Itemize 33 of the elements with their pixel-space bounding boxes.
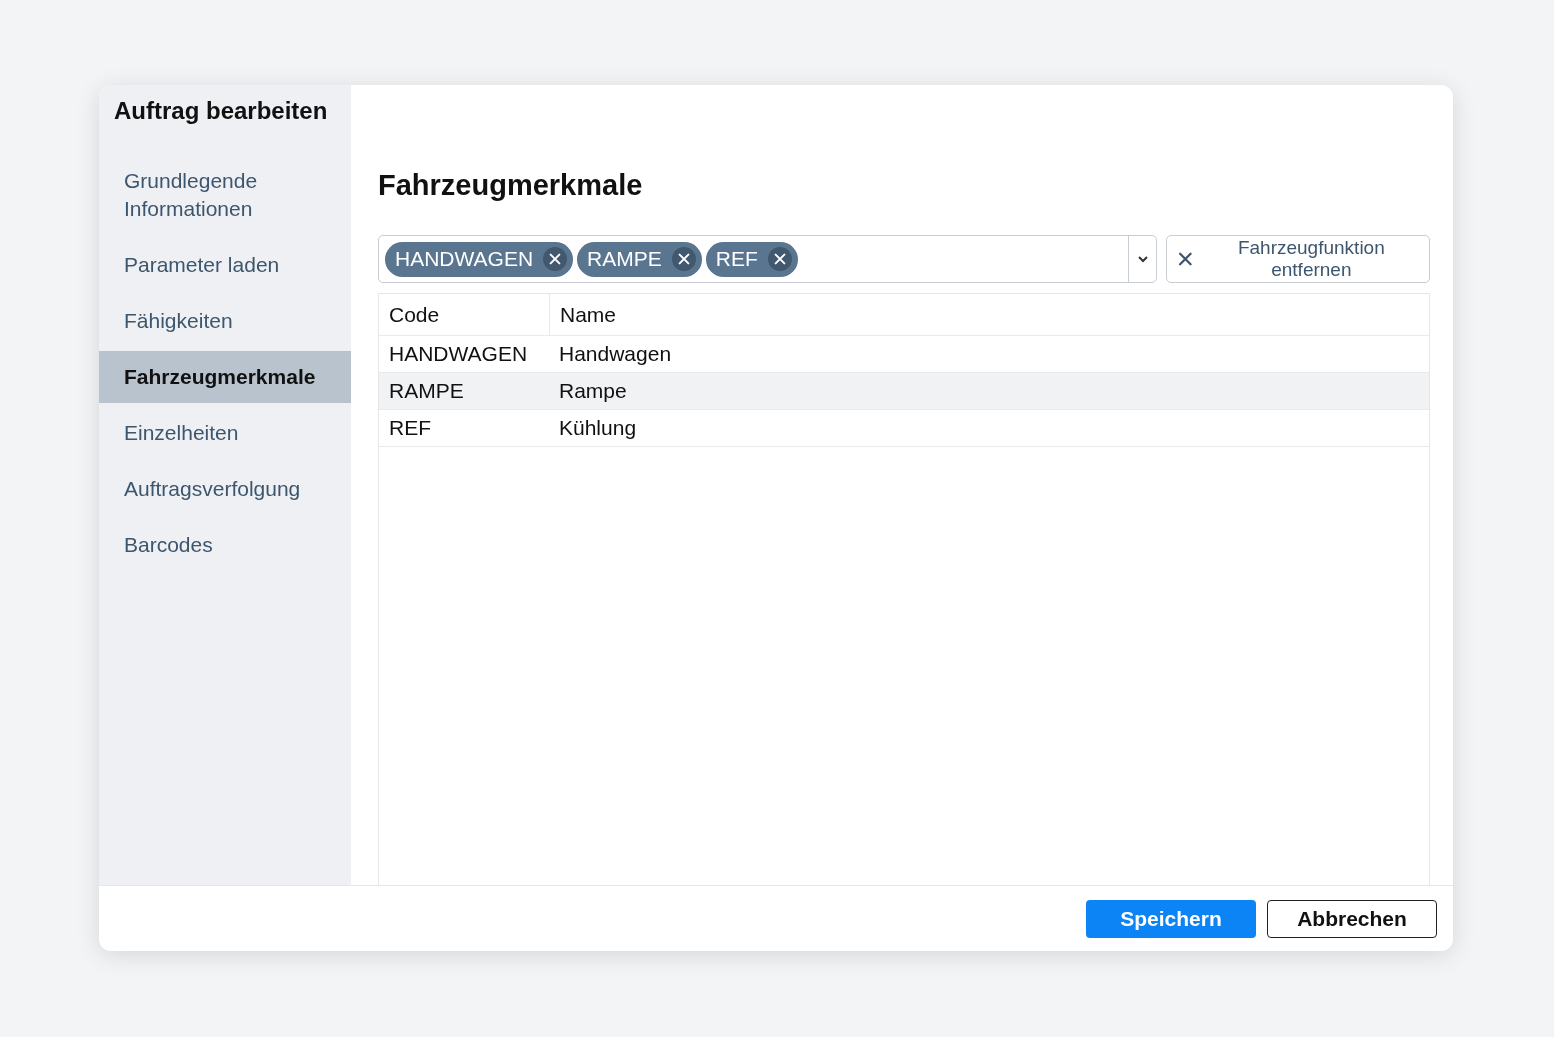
- dialog-title: Auftrag bearbeiten: [113, 96, 329, 125]
- table-cell-text: RAMPE: [388, 378, 465, 404]
- sidebar-item[interactable]: Parameter laden: [99, 239, 351, 291]
- section-title: Fahrzeugmerkmale: [378, 169, 644, 202]
- chevron-down-icon: [1136, 255, 1149, 263]
- column-header: Name: [549, 294, 1429, 335]
- sidebar-item[interactable]: Grundlegende Informationen: [99, 155, 351, 235]
- sidebar-item[interactable]: Fahrzeugmerkmale: [99, 351, 351, 403]
- table-cell-text: REF: [388, 415, 432, 441]
- close-icon: [1177, 250, 1194, 268]
- sidebar-item[interactable]: Auftragsverfolgung: [99, 463, 351, 515]
- tag-label: RAMPE: [587, 247, 662, 271]
- tag-remove-button[interactable]: [543, 247, 568, 271]
- table-row[interactable]: RAMPE Rampe: [379, 373, 1429, 410]
- tag-label: HANDWAGEN: [395, 247, 534, 271]
- save-button[interactable]: Speichern: [1086, 899, 1256, 938]
- close-icon: [772, 252, 787, 266]
- close-icon: [548, 252, 563, 266]
- remove-button[interactable]: Fahrzeugfunktion entfernen: [1166, 235, 1430, 283]
- table-cell-text: Handwagen: [558, 341, 673, 367]
- sidebar-item[interactable]: Barcodes: [99, 519, 351, 571]
- column-header: Code: [388, 301, 441, 328]
- tag-remove-button[interactable]: [767, 247, 792, 271]
- tag-label: REF: [715, 247, 758, 271]
- sidebar-item[interactable]: Fähigkeiten: [99, 295, 351, 347]
- table-cell-text: Rampe: [558, 378, 628, 404]
- cancel-button[interactable]: Abbrechen: [1267, 899, 1437, 938]
- tag-remove-button[interactable]: [671, 247, 696, 271]
- tag-select-field[interactable]: HANDWAGEN RAMPE REF: [378, 235, 1157, 283]
- table-cell-text: Kühlung: [558, 415, 638, 441]
- table-cell-text: HANDWAGEN: [388, 341, 529, 367]
- close-icon: [676, 252, 691, 266]
- sidebar-item[interactable]: Einzelheiten: [99, 407, 351, 459]
